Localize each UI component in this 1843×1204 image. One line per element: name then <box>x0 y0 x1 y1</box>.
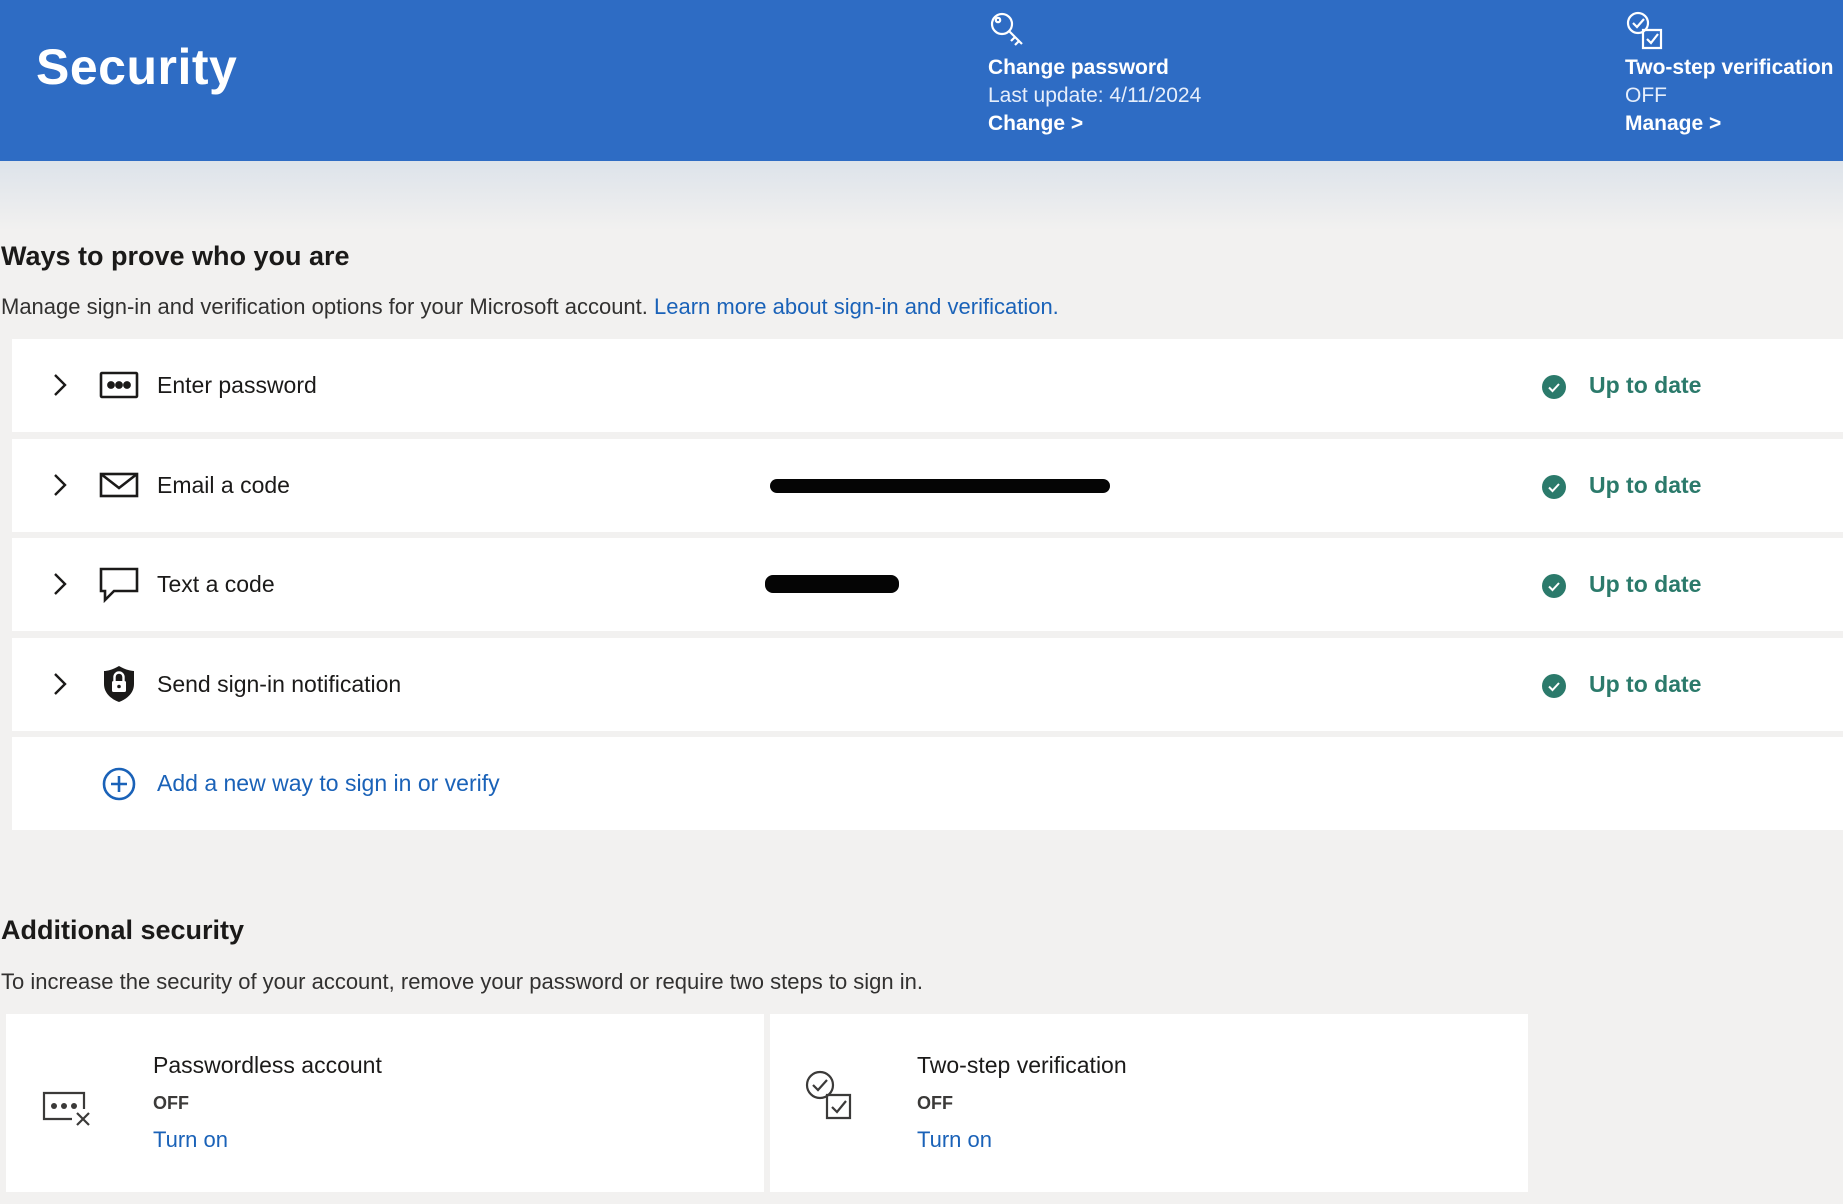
chevron-right-icon[interactable] <box>46 471 74 499</box>
passwordless-card: Passwordless account OFF Turn on <box>6 1014 764 1192</box>
additional-security-heading: Additional security <box>1 915 245 945</box>
header-shadow <box>0 161 1843 231</box>
status-badge: Up to date <box>1541 569 1701 599</box>
method-row-password[interactable]: Enter password Up to date <box>12 339 1843 432</box>
chevron-right-icon[interactable] <box>46 570 74 598</box>
two-step-card: Two-step verification OFF Turn on <box>770 1014 1528 1192</box>
ways-description: Manage sign-in and verification options … <box>1 294 1059 320</box>
method-row-notification[interactable]: Send sign-in notification Up to date <box>12 638 1843 731</box>
check-circle-icon <box>1542 574 1566 598</box>
chevron-right-icon[interactable] <box>46 670 74 698</box>
ways-description-text: Manage sign-in and verification options … <box>1 294 654 319</box>
key-icon <box>990 12 1023 46</box>
method-label: Send sign-in notification <box>157 671 402 697</box>
additional-security-description: To increase the security of your account… <box>1 969 923 994</box>
two-step-turn-on-link[interactable]: Turn on <box>917 1127 992 1153</box>
redacted-phone <box>765 575 899 593</box>
method-row-text[interactable]: Text a code Up to date <box>12 538 1843 631</box>
card-status: OFF <box>917 1093 953 1113</box>
shield-lock-icon <box>104 666 134 702</box>
two-step-header-card: Two-step verification OFF Manage > <box>1625 10 1833 138</box>
manage-two-step-link[interactable]: Manage > <box>1625 110 1833 138</box>
add-method-row[interactable]: Add a new way to sign in or verify <box>12 737 1843 830</box>
method-label: Text a code <box>157 571 275 597</box>
method-label: Email a code <box>157 472 290 498</box>
check-squares-icon <box>1626 11 1663 50</box>
password-dots-icon <box>99 371 139 399</box>
check-circle-icon <box>1542 475 1566 499</box>
redacted-email <box>770 479 1110 493</box>
check-circle-icon <box>1542 674 1566 698</box>
status-text: Up to date <box>1589 371 1702 398</box>
password-removed-icon <box>42 1091 90 1126</box>
page-title: Security <box>36 39 238 95</box>
status-badge: Up to date <box>1541 470 1701 500</box>
passwordless-turn-on-link[interactable]: Turn on <box>153 1127 228 1153</box>
plus-circle-icon[interactable] <box>98 764 140 804</box>
check-squares-icon <box>805 1070 852 1120</box>
method-row-email[interactable]: Email a code Up to date <box>12 439 1843 532</box>
two-step-status: OFF <box>1625 84 1667 107</box>
add-method-link[interactable]: Add a new way to sign in or verify <box>157 770 500 797</box>
status-text: Up to date <box>1589 471 1702 498</box>
ways-heading: Ways to prove who you are <box>1 241 350 271</box>
change-password-title: Change password <box>988 56 1169 79</box>
status-badge: Up to date <box>1541 669 1701 699</box>
two-step-title: Two-step verification <box>1625 56 1834 79</box>
card-status: OFF <box>153 1093 189 1113</box>
card-title: Two-step verification <box>917 1052 1127 1078</box>
envelope-icon <box>99 472 139 498</box>
learn-more-link[interactable]: Learn more about sign-in and verificatio… <box>654 294 1059 319</box>
check-circle-icon <box>1542 375 1566 399</box>
password-last-update: Last update: 4/11/2024 <box>988 84 1202 107</box>
status-text: Up to date <box>1589 670 1702 697</box>
change-password-link[interactable]: Change > <box>988 110 1201 138</box>
status-text: Up to date <box>1589 570 1702 597</box>
chevron-right-icon[interactable] <box>46 371 74 399</box>
method-label: Enter password <box>157 372 317 398</box>
change-password-card: Change password Last update: 4/11/2024 C… <box>988 10 1201 138</box>
status-badge: Up to date <box>1541 370 1701 400</box>
security-header: Security Change password Last update: 4/… <box>0 0 1843 161</box>
chat-bubble-icon <box>99 567 139 604</box>
card-title: Passwordless account <box>153 1052 382 1078</box>
